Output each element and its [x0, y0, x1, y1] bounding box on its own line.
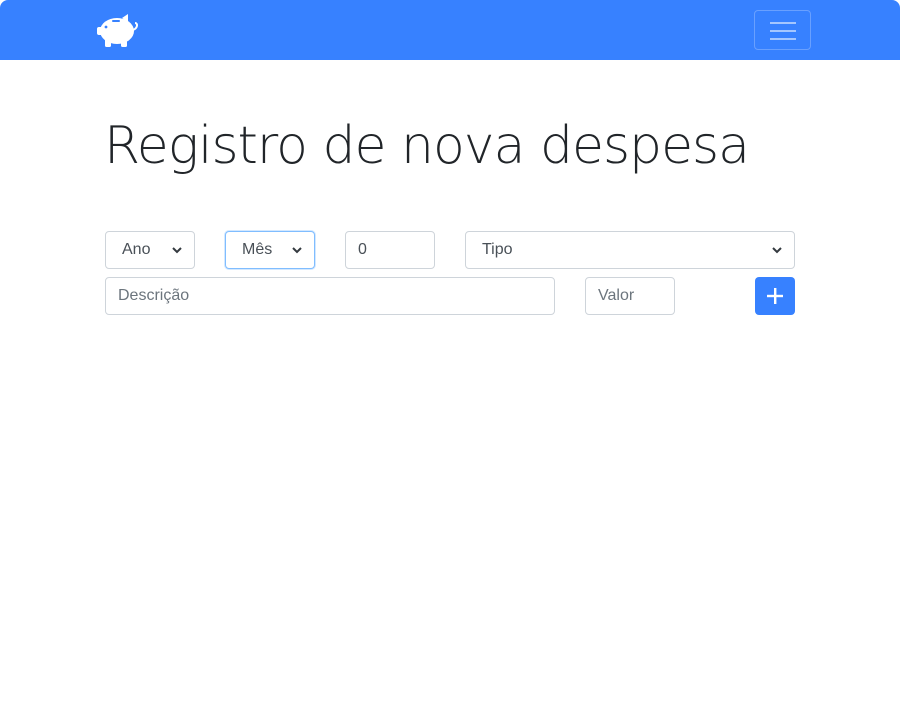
dia-input-value: 0	[358, 241, 367, 258]
valor-placeholder: Valor	[598, 287, 635, 304]
chevron-down-icon	[772, 246, 782, 253]
chevron-down-icon	[292, 246, 302, 253]
tipo-select-value: Tipo	[482, 241, 513, 258]
plus-icon	[767, 288, 783, 304]
piggy-bank-icon[interactable]	[95, 12, 139, 48]
navbar	[0, 0, 900, 60]
ano-select-value: Ano	[122, 241, 151, 258]
menu-toggle-button[interactable]	[754, 10, 811, 50]
descricao-input[interactable]: Descrição	[105, 277, 555, 315]
page-title: Registro de nova despesa	[104, 116, 750, 176]
chevron-down-icon	[172, 246, 182, 253]
mes-select-value: Mês	[242, 241, 273, 258]
valor-input[interactable]: Valor	[585, 277, 675, 315]
tipo-select[interactable]: Tipo	[465, 231, 795, 269]
mes-select[interactable]: Mês	[225, 231, 315, 269]
dia-input[interactable]: 0	[345, 231, 435, 269]
hamburger-menu-icon	[770, 22, 796, 40]
ano-select[interactable]: Ano	[105, 231, 195, 269]
add-expense-button[interactable]	[755, 277, 795, 315]
descricao-placeholder: Descrição	[118, 287, 190, 304]
